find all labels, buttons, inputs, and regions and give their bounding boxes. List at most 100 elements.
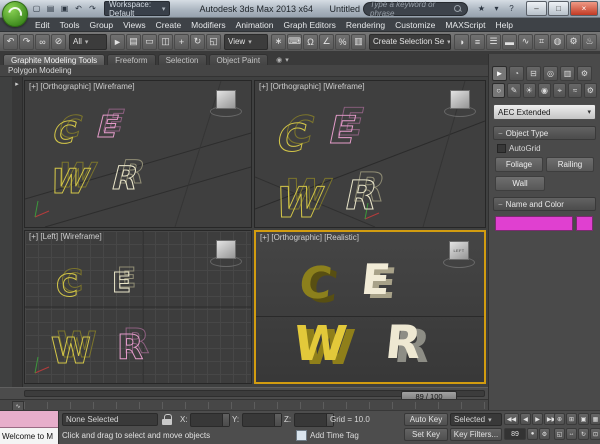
select-and-link-icon[interactable]: ∞ (35, 33, 50, 50)
named-selection-sets-dropdown[interactable]: Create Selection Se (369, 33, 451, 50)
letter-e-solid[interactable]: E (359, 255, 393, 304)
viewport-label[interactable]: [+] [Orthographic] [Wireframe] (29, 82, 135, 91)
z-coordinate-field[interactable] (294, 413, 334, 427)
sign-in-icon[interactable]: ★ (475, 2, 488, 15)
keyboard-shortcut-override-icon[interactable]: ⌨ (287, 33, 302, 50)
ribbon-tab-graphite[interactable]: Graphite Modeling Tools (3, 54, 106, 65)
ribbon-tab-freeform[interactable]: Freeform (107, 54, 156, 65)
menu-item[interactable]: Edit (30, 20, 55, 30)
maxscript-mini-listener[interactable]: Welcome to M (0, 411, 59, 444)
ribbon-minimize-icon[interactable]: ▾ (285, 56, 289, 64)
letter-w-solid[interactable]: W (291, 316, 350, 372)
object-name-field[interactable] (495, 216, 573, 231)
select-and-scale-icon[interactable]: ◱ (206, 33, 221, 50)
key-mode-toggle-button[interactable]: ● (527, 428, 538, 440)
viewport-label[interactable]: [+] [Left] [Wireframe] (29, 232, 102, 241)
ribbon-tab-object-paint[interactable]: Object Paint (208, 54, 269, 65)
viewport-top-right[interactable]: [+] [Orthographic] [Wireframe] C C E E W… (254, 80, 486, 228)
letter-c-solid[interactable]: C (297, 258, 335, 309)
save-file-icon[interactable]: ▣ (58, 2, 71, 15)
name-and-color-rollout[interactable]: Name and Color (493, 197, 596, 211)
menu-item[interactable]: Group (85, 20, 119, 30)
letter-r-wire[interactable]: R (108, 159, 143, 197)
help-icon[interactable]: ? (505, 2, 518, 15)
letter-w-wire[interactable]: W (45, 162, 93, 202)
angle-snap-icon[interactable]: ∠ (319, 33, 334, 50)
selection-filter-dropdown[interactable]: All (69, 33, 107, 50)
maximize-button[interactable]: □ (548, 1, 569, 16)
letter-r-solid[interactable]: R (383, 315, 424, 369)
graphite-ribbon-toggle-icon[interactable]: ▬ (502, 33, 517, 50)
current-frame-field[interactable]: 89 (504, 428, 526, 440)
lock-selection-toggle[interactable] (162, 414, 174, 426)
curve-editor-icon[interactable]: ∿ (518, 33, 533, 50)
viewport-label[interactable]: [+] [Orthographic] [Realistic] (260, 233, 359, 242)
viewport-bottom-right-active[interactable]: [+] [Orthographic] [Realistic] LEFT C C … (254, 230, 486, 384)
key-filters-button[interactable]: Key Filters... (450, 428, 502, 441)
hierarchy-tab-icon[interactable]: ⊟ (526, 66, 541, 81)
space-warps-category-icon[interactable]: ≈ (568, 83, 582, 98)
menu-item[interactable]: Rendering (341, 20, 390, 30)
railing-button[interactable]: Railing (546, 157, 594, 172)
schematic-view-icon[interactable]: ⌗ (534, 33, 549, 50)
select-by-name-icon[interactable]: ▤ (126, 33, 141, 50)
pan-view-button[interactable]: ↔ (566, 428, 577, 440)
redo-title-icon[interactable]: ↷ (86, 2, 99, 15)
viewport-bottom-left[interactable]: [+] [Left] [Wireframe] C C E E W W R R (24, 230, 252, 384)
menu-item[interactable]: Graph Editors (278, 20, 340, 30)
letter-c-wire[interactable]: C (56, 269, 79, 305)
macro-recorder-pane[interactable] (0, 411, 58, 428)
search-icon[interactable] (454, 5, 461, 12)
viewcube[interactable] (216, 240, 236, 259)
create-tab-icon[interactable]: ► (492, 66, 507, 81)
viewport-top-left[interactable]: [+] [Orthographic] [Wireframe] C C E E W… (24, 80, 252, 228)
track-bar[interactable]: ∿ (0, 399, 488, 412)
mirror-icon[interactable]: ◑ (454, 33, 469, 50)
select-and-move-icon[interactable]: + (174, 33, 189, 50)
wall-button[interactable]: Wall (495, 176, 545, 191)
letter-c-wire[interactable]: C (49, 116, 81, 151)
infocenter-search-input[interactable]: Type a keyword or phrase (363, 0, 468, 18)
object-type-rollout[interactable]: Object Type (493, 126, 596, 140)
unlink-selection-icon[interactable]: ⊘ (51, 33, 66, 50)
motion-tab-icon[interactable]: ◎ (543, 66, 558, 81)
display-tab-icon[interactable]: ▥ (560, 66, 575, 81)
maximize-viewport-toggle-button[interactable]: ⊡ (590, 428, 600, 440)
previous-frame-button[interactable]: ◀ (520, 413, 531, 425)
percent-snap-icon[interactable]: % (335, 33, 350, 50)
window-crossing-icon[interactable]: ◫ (158, 33, 173, 50)
viewcube[interactable] (450, 90, 470, 109)
menu-item[interactable]: Tools (55, 20, 85, 30)
zoom-all-button[interactable]: ⊞ (566, 413, 577, 425)
track-bar-ruler[interactable] (24, 402, 485, 409)
menu-item[interactable]: Help (490, 20, 517, 30)
letter-w-wire[interactable]: W (51, 331, 92, 373)
zoom-region-button[interactable]: ◱ (554, 428, 565, 440)
utilities-tab-icon[interactable]: ⚙ (577, 66, 592, 81)
modify-tab-icon[interactable]: ◔ (509, 66, 524, 81)
undo-title-icon[interactable]: ↶ (72, 2, 85, 15)
manage-layers-icon[interactable]: ☰ (486, 33, 501, 50)
object-color-swatch[interactable] (576, 216, 593, 231)
viewcube[interactable] (216, 90, 236, 109)
geometry-category-icon[interactable]: ○ (492, 83, 506, 98)
zoom-button[interactable]: ⊕ (554, 413, 565, 425)
play-animation-button[interactable]: ▶ (532, 413, 543, 425)
lights-category-icon[interactable]: ☀ (522, 83, 536, 98)
minimize-button[interactable]: – (526, 1, 547, 16)
menu-item[interactable]: Animation (231, 20, 279, 30)
cameras-category-icon[interactable]: ◉ (537, 83, 552, 98)
redo-icon[interactable]: ↷ (19, 33, 34, 50)
ribbon-tab-selection[interactable]: Selection (157, 54, 207, 65)
time-slider-track[interactable]: 89 / 100 (24, 390, 485, 401)
select-and-manipulate-icon[interactable]: ∗ (271, 33, 286, 50)
application-menu-button[interactable] (2, 1, 28, 27)
new-scene-icon[interactable]: ▢ (30, 2, 43, 15)
category-dropdown[interactable]: AEC Extended (493, 104, 596, 120)
set-key-button[interactable]: Set Key (404, 428, 448, 441)
rectangular-selection-icon[interactable]: ▭ (142, 33, 157, 50)
polygon-modeling-row[interactable]: Polygon Modeling (0, 65, 488, 77)
ribbon-config-icon[interactable]: ◉ (276, 56, 282, 64)
edit-named-selection-sets-icon[interactable]: ▥ (351, 33, 366, 50)
zoom-extents-all-button[interactable]: ▦ (590, 413, 600, 425)
